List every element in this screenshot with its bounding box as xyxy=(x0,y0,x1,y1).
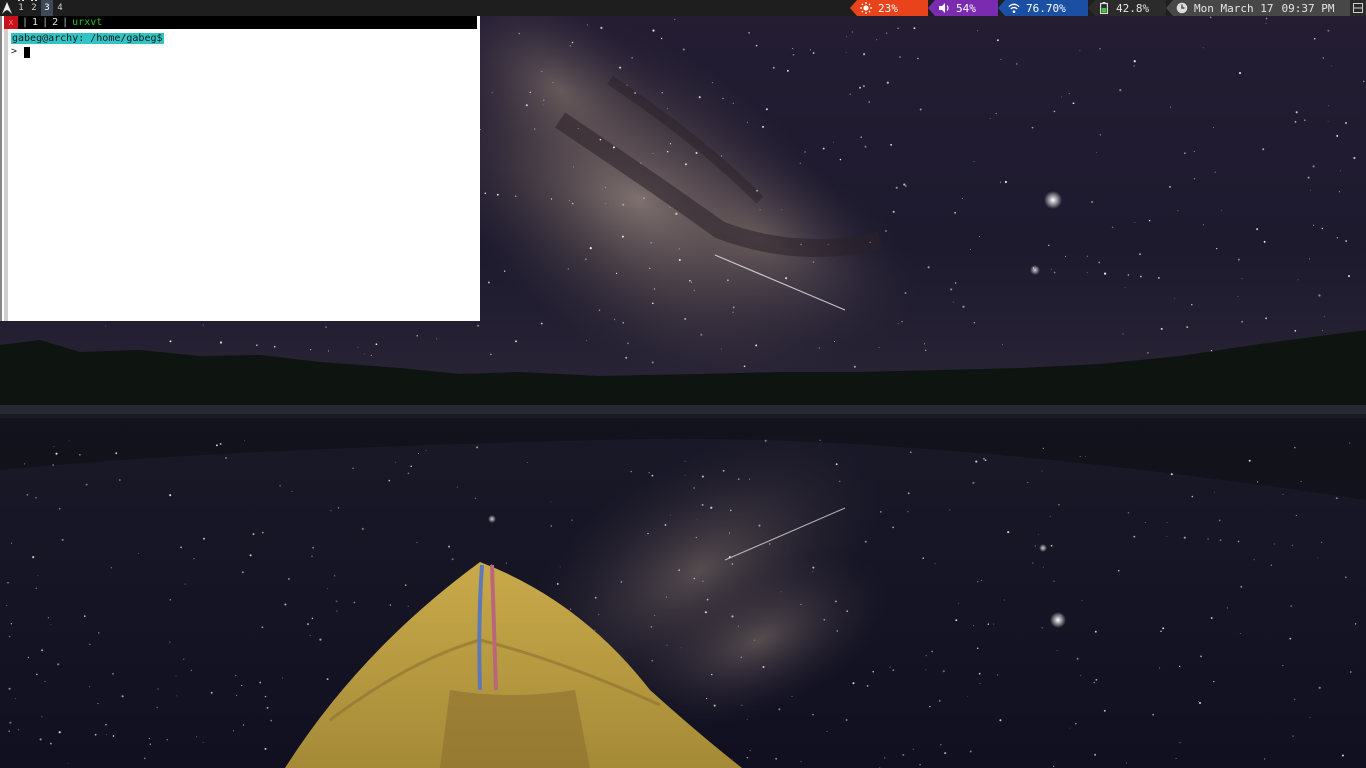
workspace-3[interactable]: 3 xyxy=(41,0,53,16)
volume-indicator[interactable]: 54% xyxy=(928,0,998,16)
terminal-title-bar: x | 1 | 2 | urxvt xyxy=(4,16,477,29)
top-bar: 1 2 3 4 23% 54% 76.70% 42.8% Mon March 1… xyxy=(0,0,1366,16)
tab-separator: | xyxy=(62,17,69,28)
terminal-scrollbar[interactable] xyxy=(4,29,8,321)
speaker-icon xyxy=(938,2,950,14)
text-cursor xyxy=(24,46,31,58)
layout-switcher-icon[interactable] xyxy=(1350,0,1366,16)
clock-icon xyxy=(1176,2,1188,14)
wifi-icon xyxy=(1008,2,1020,14)
brightness-value: 23% xyxy=(878,1,898,15)
shell-prompt: gabeg@archy: /home/gabeg$ xyxy=(11,33,164,44)
wifi-indicator[interactable]: 76.70% xyxy=(998,0,1088,16)
clock-time: 09:37 PM xyxy=(1281,1,1335,15)
clock[interactable]: Mon March 17 09:37 PM xyxy=(1166,0,1350,16)
command-input-line[interactable]: > xyxy=(11,46,31,58)
battery-indicator[interactable]: 42.8% xyxy=(1088,0,1166,16)
clock-date: Mon March 17 xyxy=(1194,1,1274,15)
sun-icon xyxy=(860,2,872,14)
tab-separator: | xyxy=(42,17,49,28)
close-icon[interactable]: x xyxy=(4,16,18,29)
workspace-1[interactable]: 1 xyxy=(15,0,27,16)
input-prefix: > xyxy=(11,46,18,57)
arch-linux-icon[interactable] xyxy=(0,0,14,16)
workspace-4[interactable]: 4 xyxy=(54,0,66,16)
brightness-indicator[interactable]: 23% xyxy=(850,0,928,16)
status-area: 23% 54% 76.70% 42.8% Mon March 17 09:37 … xyxy=(850,0,1366,16)
terminal-tab-2[interactable]: 2 xyxy=(52,17,58,28)
terminal-window[interactable]: x | 1 | 2 | urxvt gabeg@archy: /home/gab… xyxy=(0,16,480,321)
wifi-value: 76.70% xyxy=(1026,1,1066,15)
battery-icon xyxy=(1098,2,1110,14)
terminal-title: urxvt xyxy=(72,17,103,28)
battery-value: 42.8% xyxy=(1116,1,1150,15)
terminal-tab-1[interactable]: 1 xyxy=(32,17,38,28)
workspace-2[interactable]: 2 xyxy=(28,0,40,16)
tab-separator: | xyxy=(22,17,29,28)
workspace-switcher: 1 2 3 4 xyxy=(0,0,66,16)
volume-value: 54% xyxy=(956,1,976,15)
